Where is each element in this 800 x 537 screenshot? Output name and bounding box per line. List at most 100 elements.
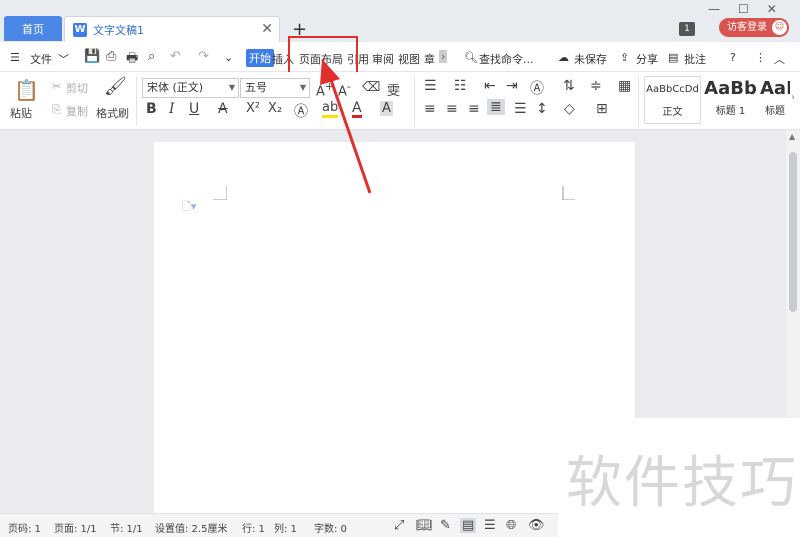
status-column[interactable]: 列: 1 [274,520,297,535]
file-menu[interactable]: 文件 [30,51,52,67]
ribbon-toolbar: 📋 粘贴 ✂ 剪切 ⎘ 复制 🖌 格式刷 宋体 (正文) ▼ 五号 ▼ A+ A- … [0,72,800,130]
annotation-arrow [320,59,372,194]
tab-start[interactable]: 开始 [246,49,274,67]
style-label: 正文 [662,107,683,118]
italic-icon[interactable]: I [169,101,175,117]
cloud-icon: ☁ [558,51,569,64]
bold-icon[interactable]: B [146,101,157,117]
tab-document[interactable]: W 文字文稿1 ✕ [64,16,280,42]
bullet-list-icon[interactable]: ☰ [424,78,437,94]
window-close-icon[interactable]: ✕ [767,2,777,16]
chevron-down-icon[interactable]: ﹀ [58,51,69,67]
styles-scroll-icon[interactable]: › [791,92,795,103]
fullscreen-icon[interactable]: ⤢ [394,518,404,533]
borders-icon[interactable]: ⊞ [596,101,608,117]
unsaved-status[interactable]: 未保存 [574,51,607,67]
shading-icon[interactable]: ◇ [564,101,575,117]
status-pages[interactable]: 页面: 1/1 [54,520,97,535]
guest-login-button[interactable]: 访客登录 ☺ [719,18,789,37]
style-normal[interactable]: AaBbCcDd 正文 [644,76,701,124]
tab-chapter[interactable]: 章 [424,51,435,67]
share-icon: ⇪ [620,51,630,64]
strikethrough-icon[interactable]: A [218,101,228,117]
sort-icon[interactable]: ⇅ [563,78,575,94]
status-section[interactable]: 节: 1/1 [110,520,143,535]
font-name-select[interactable]: 宋体 (正文) ▼ [142,78,239,98]
format-painter-button[interactable]: 格式刷 [96,105,129,121]
outline-view-icon[interactable]: ☰ [484,518,496,533]
menu-bar: ☰ 文件 ﹀ 💾 ⎙ 🖶 ⌕ ↶ ↷ ⌄ 开始 插入 页面布局 引用 审阅 视图… [0,42,800,72]
hamburger-icon[interactable]: ☰ [10,51,20,64]
distributed-align-icon[interactable]: ☰ [514,101,527,117]
page-view-icon[interactable]: ▤ [460,518,477,533]
minimize-icon[interactable]: — [708,2,720,16]
help-icon[interactable]: ? [730,51,736,64]
align-right-icon[interactable]: ≡ [468,101,480,117]
status-page-number[interactable]: 页码: 1 [8,520,41,535]
quick-access-dropdown-icon[interactable]: ⌄ [224,51,233,64]
margin-corner-top-right [562,186,575,200]
write-mode-icon[interactable]: ✎ [440,518,451,533]
divider [638,76,639,126]
web-view-icon[interactable]: 🌐︎ [506,518,516,533]
superscript-icon[interactable]: X² [246,101,260,116]
cut-icon[interactable]: ✂ [52,80,61,93]
window-count-badge[interactable]: 1 [679,22,695,36]
login-label: 访客登录 [727,22,767,33]
format-painter-icon[interactable]: 🖌 [104,76,127,97]
more-tabs-icon[interactable]: › [439,50,448,63]
tab-view[interactable]: 视图 [398,51,420,67]
align-left-icon[interactable]: ≡ [424,101,436,117]
print-icon[interactable]: 🖶 [126,49,138,71]
style-label: 标题 [765,106,785,117]
redo-icon[interactable]: ↷ [198,49,209,64]
font-size-value: 五号 [245,81,267,94]
search-command[interactable]: 查找命令... [479,51,534,67]
read-mode-icon[interactable]: 📖︎ [416,518,433,533]
chevron-down-icon: ▼ [228,83,235,92]
more-options-icon[interactable]: ⋮ [755,51,766,64]
close-tab-icon[interactable]: ✕ [261,21,273,37]
export-pdf-icon[interactable]: ⎙ [106,49,116,64]
paste-icon[interactable]: 📋 [14,78,39,102]
line-spacing-select-icon[interactable]: ↕ [536,101,548,117]
scrollbar-thumb[interactable] [789,152,797,312]
eye-protection-icon[interactable]: 👁︎ [528,518,545,533]
comment-icon: ▤ [668,51,679,64]
comment-button[interactable]: 批注 [684,51,706,67]
maximize-icon[interactable]: ☐ [738,2,749,16]
paste-options-icon[interactable]: 🗋▾ [182,198,196,217]
increase-indent-icon[interactable]: ⇥ [506,78,518,94]
margin-corner-top-left [213,186,227,200]
copy-button[interactable]: 复制 [66,103,88,119]
tab-home[interactable]: 首页 [4,16,62,41]
status-row[interactable]: 行: 1 [242,520,265,535]
style-label: 标题 1 [715,106,746,117]
share-button[interactable]: 分享 [636,51,658,67]
cut-button[interactable]: 剪切 [66,80,88,96]
collapse-ribbon-icon[interactable]: ︿ [774,51,785,67]
paste-button[interactable]: 粘贴 [10,105,32,121]
save-icon[interactable]: 💾 [84,49,100,64]
numbered-list-icon[interactable]: ☷ [454,78,467,94]
writer-doc-icon: W [73,22,87,37]
print-preview-icon[interactable]: ⌕ [148,49,155,64]
style-heading-1[interactable]: AaBb 标题 1 [702,76,759,124]
align-center-icon[interactable]: ≡ [446,101,458,117]
chinese-layout-icon[interactable]: Ⓐ [530,78,544,98]
style-preview: AaI [760,78,790,99]
underline-icon[interactable]: U [189,101,199,117]
copy-icon[interactable]: ⎘ [52,103,61,117]
status-position[interactable]: 设置值: 2.5厘米 [155,520,227,535]
show-marks-icon[interactable]: ▦ [618,78,631,94]
subscript-icon[interactable]: X₂ [268,101,282,116]
undo-icon[interactable]: ↶ [170,49,181,64]
search-icon[interactable]: 🔍︎ [464,51,478,64]
line-spacing-icon[interactable]: ≑ [590,78,602,94]
justify-icon[interactable]: ≣ [487,99,505,115]
status-word-count[interactable]: 字数: 0 [314,520,347,535]
decrease-indent-icon[interactable]: ⇤ [484,78,496,94]
style-heading[interactable]: AaI 标题 [760,76,790,124]
divider [414,76,415,126]
scroll-up-icon[interactable]: ▲ [789,132,795,141]
